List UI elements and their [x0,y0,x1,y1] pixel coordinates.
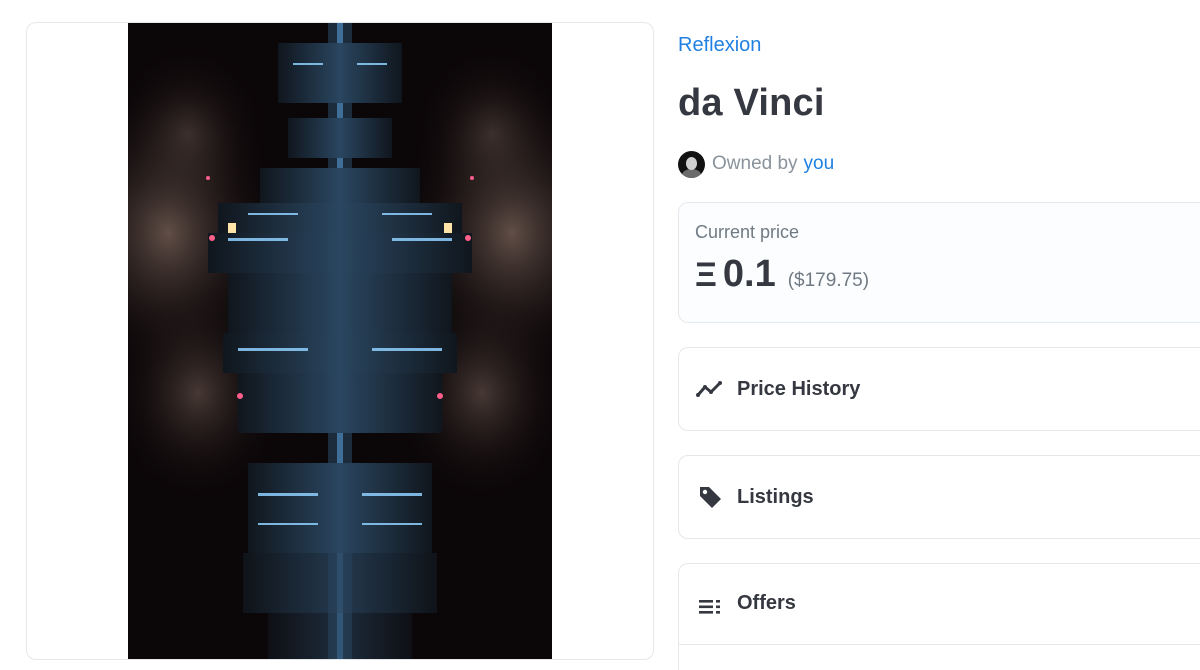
price-panel: Current price Ξ 0.1 ($179.75) [678,202,1200,323]
offers-label: Offers [737,592,796,614]
trending-line-icon [695,374,725,404]
offers-divider [679,644,1200,645]
list-icon [695,592,725,622]
price-history-label: Price History [737,377,861,400]
offers-panel[interactable]: Offers [678,563,1200,670]
price-row: Ξ 0.1 ($179.75) [695,253,869,296]
owner-avatar[interactable] [678,150,705,178]
tag-icon [695,482,725,512]
owner-prefix: Owned by [712,153,798,174]
owner-link[interactable]: you [804,153,835,175]
current-price-label: Current price [695,222,800,242]
eth-icon: Ξ [695,256,717,294]
owner-row: Owned by you [678,150,834,178]
collection-link[interactable]: Reflexion [678,34,761,57]
listings-label: Listings [737,485,814,508]
item-title: da Vinci [678,82,825,124]
listings-panel[interactable]: Listings [678,455,1200,539]
price-history-panel[interactable]: Price History [678,347,1200,431]
price-value: 0.1 [722,253,776,295]
nft-image-card [26,22,654,660]
nft-artwork-image[interactable] [128,23,552,659]
price-fiat: ($179.75) [787,270,870,291]
